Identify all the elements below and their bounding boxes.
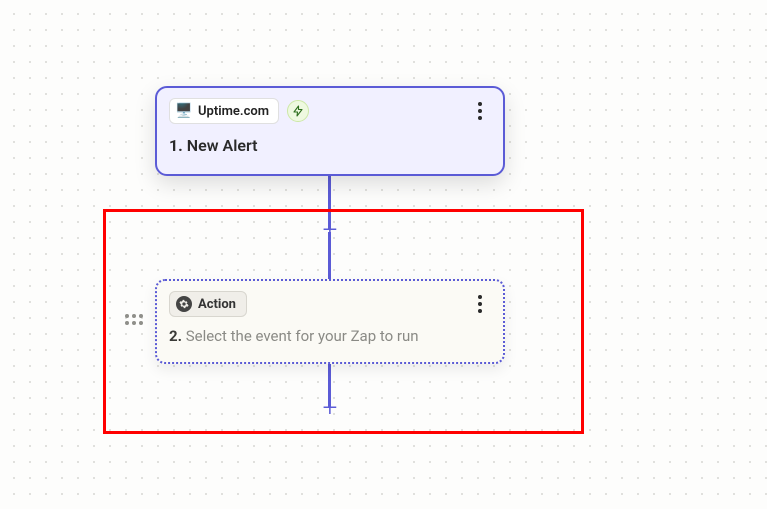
- kebab-dot: [478, 102, 482, 106]
- add-step-button[interactable]: +: [318, 218, 342, 242]
- action-chip[interactable]: Action: [169, 291, 247, 317]
- uptime-app-icon: 🖥️: [176, 103, 192, 119]
- step-number: 2.: [169, 327, 182, 345]
- trigger-title: 1. New Alert: [169, 136, 491, 155]
- plus-icon: +: [323, 215, 338, 245]
- plus-icon: +: [323, 393, 338, 423]
- app-name-label: Uptime.com: [198, 104, 269, 119]
- trigger-header: 🖥️ Uptime.com: [169, 98, 491, 124]
- step-title: New Alert: [187, 136, 258, 155]
- drag-handle[interactable]: [125, 314, 143, 325]
- kebab-dot: [478, 116, 482, 120]
- gear-icon: [176, 296, 192, 312]
- kebab-dot: [478, 295, 482, 299]
- add-step-button[interactable]: +: [318, 396, 342, 420]
- step-menu-button[interactable]: [467, 98, 493, 124]
- action-chip-label: Action: [198, 297, 236, 312]
- zap-editor-canvas[interactable]: + 🖥️ Uptime.com 1. New Alert: [0, 0, 767, 509]
- kebab-dot: [478, 109, 482, 113]
- app-chip[interactable]: 🖥️ Uptime.com: [169, 98, 279, 124]
- step-title-placeholder: Select the event for your Zap to run: [186, 327, 419, 345]
- trigger-type-badge: [287, 100, 309, 122]
- bolt-icon: [292, 105, 304, 117]
- step-number: 1.: [169, 136, 183, 155]
- step-menu-button[interactable]: [467, 291, 493, 317]
- trigger-step-card[interactable]: 🖥️ Uptime.com 1. New Alert: [155, 86, 505, 176]
- action-step-card[interactable]: Action 2. Select the event for your Zap …: [155, 279, 505, 364]
- action-title: 2. Select the event for your Zap to run: [169, 327, 491, 345]
- kebab-dot: [478, 302, 482, 306]
- action-header: Action: [169, 291, 491, 317]
- kebab-dot: [478, 309, 482, 313]
